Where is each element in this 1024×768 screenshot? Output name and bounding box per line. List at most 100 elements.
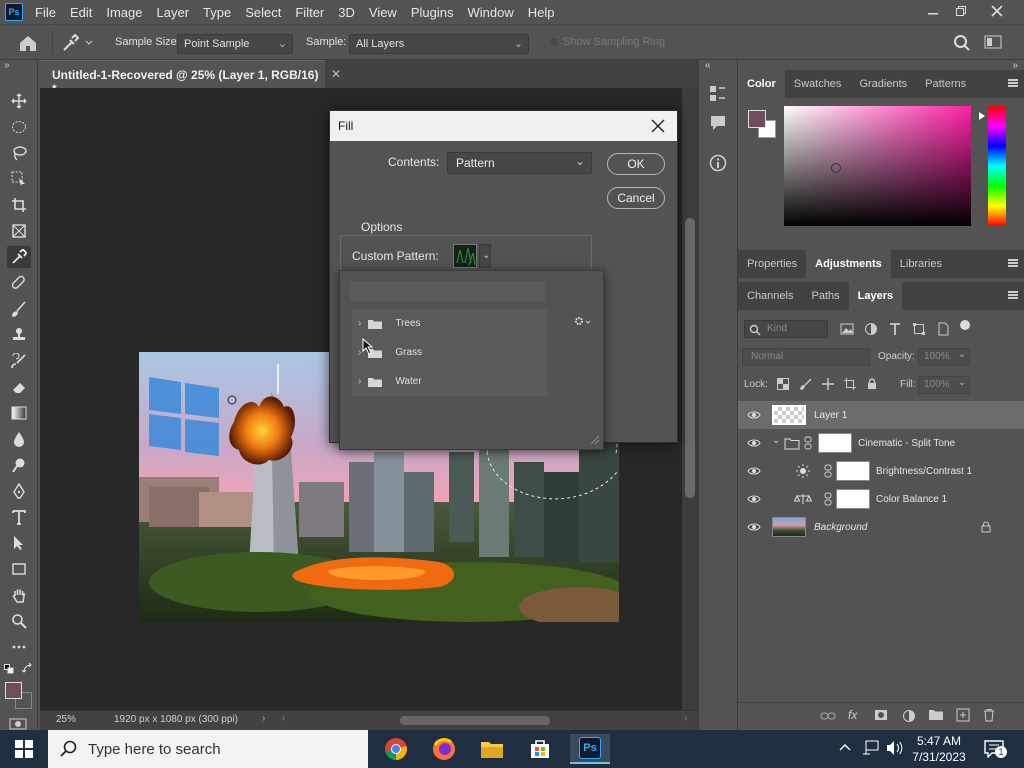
folder-trees[interactable]: › Trees bbox=[352, 309, 547, 338]
default-colors-icon[interactable] bbox=[4, 664, 14, 674]
vertical-scrollbar[interactable] bbox=[682, 88, 698, 710]
dodge-tool[interactable] bbox=[7, 454, 31, 476]
restore-button[interactable] bbox=[944, 0, 978, 22]
menu-window[interactable]: Window bbox=[467, 5, 513, 20]
clock-date[interactable]: 7/31/2023 bbox=[910, 750, 968, 764]
menu-type[interactable]: Type bbox=[203, 5, 231, 20]
eye-icon[interactable] bbox=[747, 466, 761, 476]
document-tab[interactable]: Untitled-1-Recovered @ 25% (Layer 1, RGB… bbox=[40, 60, 341, 96]
tab-channels[interactable]: Channels bbox=[738, 282, 802, 310]
eyedropper-tool[interactable] bbox=[7, 246, 31, 268]
menu-image[interactable]: Image bbox=[106, 5, 142, 20]
filter-adjustment-button[interactable] bbox=[864, 322, 878, 336]
link-layers-icon[interactable] bbox=[820, 711, 836, 721]
foreground-color-swatch[interactable] bbox=[5, 682, 22, 699]
tab-libraries[interactable]: Libraries bbox=[891, 250, 951, 278]
type-tool[interactable] bbox=[7, 506, 31, 528]
cancel-button[interactable]: Cancel bbox=[607, 187, 665, 209]
home-button[interactable] bbox=[18, 34, 38, 52]
store-app[interactable] bbox=[520, 734, 560, 764]
network-button[interactable] bbox=[862, 740, 880, 756]
opacity-input[interactable]: 100% ⌄ bbox=[918, 348, 970, 366]
adjustment-layer-icon[interactable] bbox=[902, 709, 916, 723]
lock-all-button[interactable] bbox=[866, 378, 878, 390]
pattern-swatch[interactable] bbox=[453, 244, 477, 268]
healing-brush-tool[interactable] bbox=[7, 272, 31, 294]
collapse-arrows-icon[interactable]: « bbox=[705, 60, 711, 71]
history-panel-button[interactable] bbox=[709, 84, 727, 104]
horizontal-scroll-thumb[interactable] bbox=[400, 716, 550, 725]
chrome-app[interactable] bbox=[376, 734, 416, 764]
lock-artboard-button[interactable] bbox=[844, 378, 856, 390]
object-select-tool[interactable] bbox=[7, 168, 31, 190]
scroll-left-icon[interactable]: ‹ bbox=[282, 713, 285, 724]
layer-row[interactable]: Background bbox=[738, 513, 1024, 541]
fill-close-button[interactable] bbox=[647, 115, 669, 137]
folder-water[interactable]: › Water bbox=[352, 367, 547, 396]
fill-input[interactable]: 100% ⌄ bbox=[918, 376, 970, 394]
eyedropper-preset-button[interactable] bbox=[60, 33, 92, 53]
history-brush-tool[interactable] bbox=[7, 350, 31, 372]
move-tool[interactable] bbox=[7, 90, 31, 112]
layer-row[interactable]: Layer 1 bbox=[738, 401, 1024, 429]
tab-gradients[interactable]: Gradients bbox=[850, 70, 916, 98]
color-picker-handle[interactable] bbox=[831, 163, 841, 173]
tab-layers[interactable]: Layers bbox=[848, 282, 903, 310]
panel-menu-icon[interactable] bbox=[1008, 259, 1018, 267]
start-button[interactable] bbox=[4, 734, 44, 764]
gradient-tool[interactable] bbox=[7, 402, 31, 424]
info-panel-button[interactable] bbox=[709, 154, 727, 172]
menu-plugins[interactable]: Plugins bbox=[411, 5, 454, 20]
panel-menu-icon[interactable] bbox=[1008, 291, 1018, 299]
hue-slider[interactable] bbox=[988, 106, 1006, 226]
pattern-picker-toggle[interactable]: ⌄ bbox=[479, 244, 491, 268]
pen-tool[interactable] bbox=[7, 480, 31, 502]
chevron-down-icon[interactable]: ⌄ bbox=[772, 435, 780, 446]
eraser-tool[interactable] bbox=[7, 376, 31, 398]
color-field[interactable] bbox=[784, 106, 971, 226]
lasso-tool[interactable] bbox=[7, 142, 31, 164]
search-button[interactable] bbox=[953, 34, 971, 52]
tab-patterns[interactable]: Patterns bbox=[916, 70, 975, 98]
blur-tool[interactable] bbox=[7, 428, 31, 450]
folder-grass[interactable]: › Grass bbox=[352, 338, 547, 367]
show-hidden-icons-button[interactable] bbox=[839, 742, 851, 752]
hand-tool[interactable] bbox=[7, 584, 31, 606]
fx-icon[interactable]: fx bbox=[848, 708, 857, 722]
menu-help[interactable]: Help bbox=[528, 5, 555, 20]
scroll-right-icon[interactable]: › bbox=[684, 713, 687, 724]
eye-icon[interactable] bbox=[747, 438, 761, 448]
quick-mask-button[interactable] bbox=[9, 718, 27, 730]
zoom-tool[interactable] bbox=[7, 610, 31, 632]
status-expand-icon[interactable]: › bbox=[262, 713, 265, 724]
volume-button[interactable] bbox=[886, 740, 904, 756]
collapse-arrows-icon[interactable]: » bbox=[4, 60, 10, 71]
clock-time[interactable]: 5:47 AM bbox=[914, 734, 964, 748]
workspace-button[interactable] bbox=[984, 35, 1004, 51]
layer-kind-filter[interactable]: Kind bbox=[744, 320, 828, 338]
contents-select[interactable]: Pattern ⌄ bbox=[447, 152, 592, 174]
vertical-scroll-thumb[interactable] bbox=[685, 218, 695, 498]
show-ring-checkbox[interactable] bbox=[549, 37, 559, 47]
filter-smart-object-button[interactable] bbox=[936, 322, 950, 336]
menu-filter[interactable]: Filter bbox=[295, 5, 324, 20]
eye-icon[interactable] bbox=[747, 494, 761, 504]
clone-stamp-tool[interactable] bbox=[7, 324, 31, 346]
filter-shape-button[interactable] bbox=[912, 322, 926, 336]
rectangle-tool[interactable] bbox=[7, 558, 31, 580]
firefox-app[interactable] bbox=[424, 734, 464, 764]
menu-3d[interactable]: 3D bbox=[338, 5, 355, 20]
lock-position-button[interactable] bbox=[822, 378, 834, 390]
ok-button[interactable]: OK bbox=[607, 153, 665, 175]
hue-slider-handle[interactable] bbox=[978, 112, 986, 120]
path-selection-tool[interactable] bbox=[7, 532, 31, 554]
layer-row[interactable]: Color Balance 1 bbox=[738, 485, 1024, 513]
tab-paths[interactable]: Paths bbox=[802, 282, 848, 310]
menu-view[interactable]: View bbox=[369, 5, 397, 20]
panel-menu-icon[interactable] bbox=[1008, 79, 1018, 87]
eye-icon[interactable] bbox=[747, 410, 761, 420]
tab-color[interactable]: Color bbox=[738, 70, 785, 98]
close-window-button[interactable] bbox=[980, 0, 1014, 22]
frame-tool[interactable] bbox=[7, 220, 31, 242]
layer-row[interactable]: Brightness/Contrast 1 bbox=[738, 457, 1024, 485]
